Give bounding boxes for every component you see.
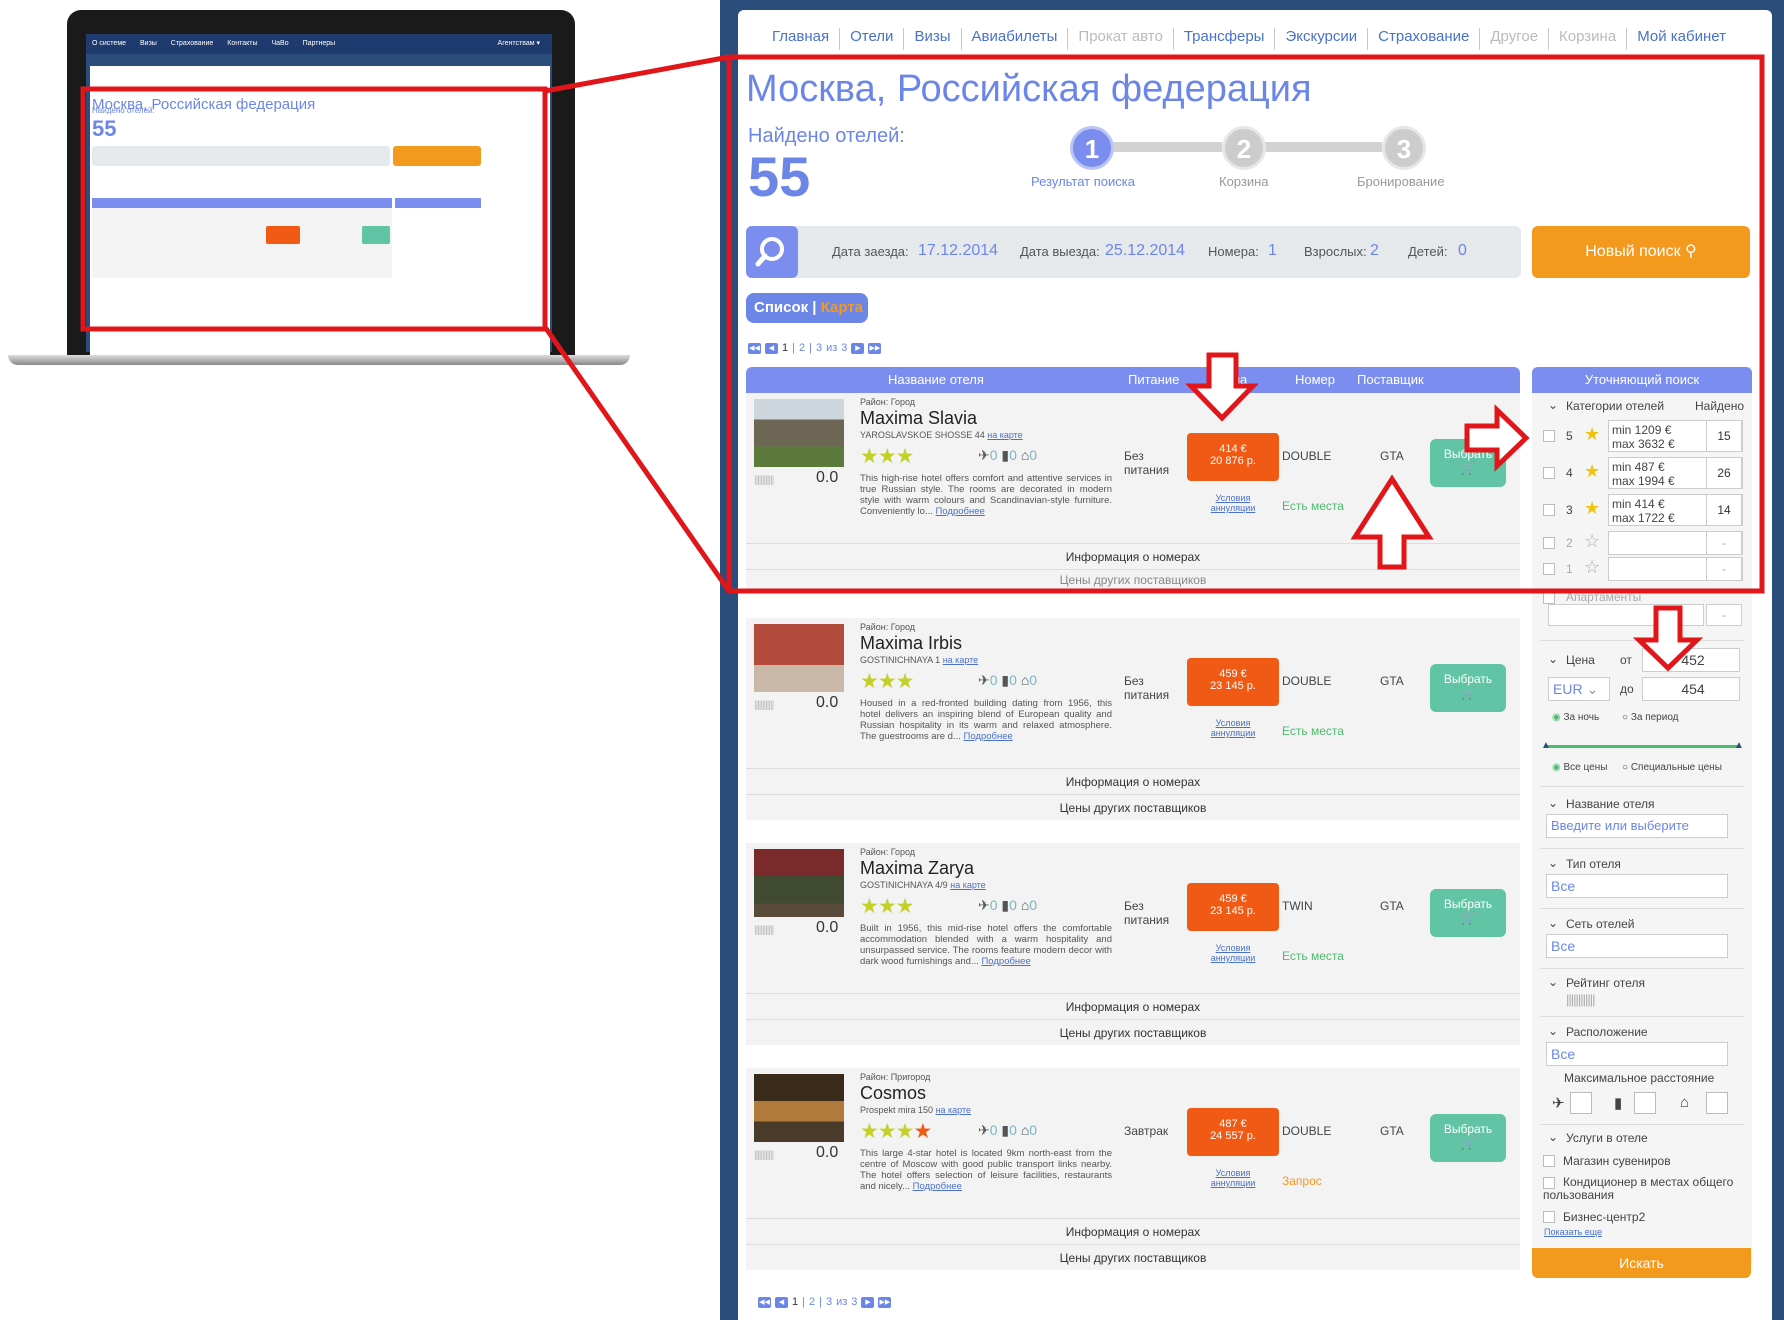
arrow-up-supplier	[1350, 474, 1434, 570]
arrow-down-price	[1185, 352, 1259, 422]
highlight-frame-small	[80, 86, 548, 332]
arrow-down-price-filter	[1632, 605, 1704, 672]
arrow-right-category	[1464, 404, 1530, 472]
zoom-line-bottom	[542, 325, 732, 593]
annotation-overlay	[80, 54, 1765, 672]
highlight-frame-large	[726, 54, 1765, 594]
zoom-line-top	[544, 54, 730, 94]
